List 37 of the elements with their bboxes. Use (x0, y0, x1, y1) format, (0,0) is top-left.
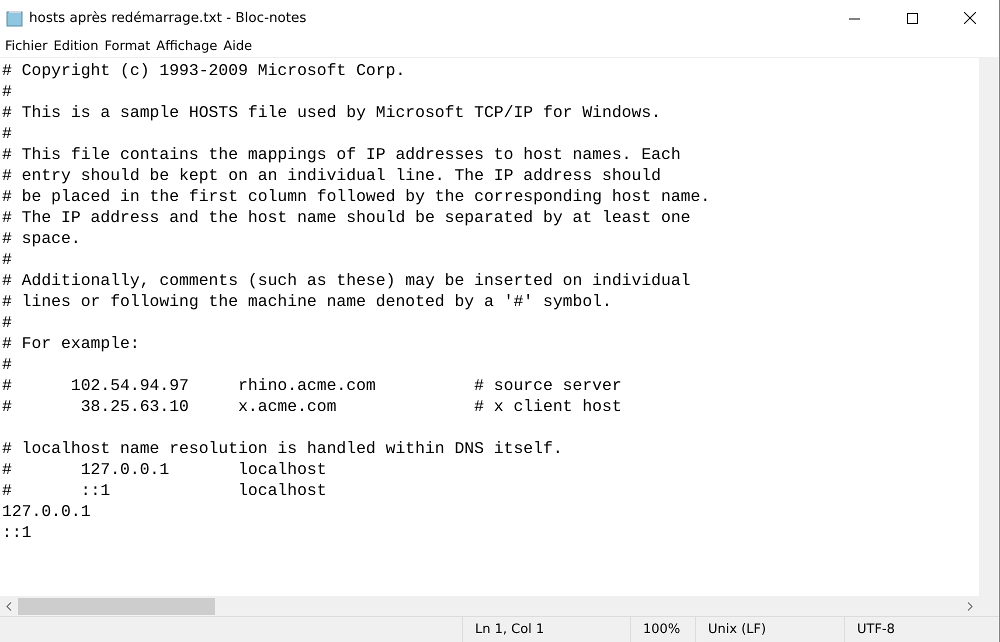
text-line: # (2, 81, 13, 102)
text-line: # entry should be kept on an individual line. The IP address should (2, 165, 662, 186)
menu-item[interactable]: Aide (220, 36, 256, 58)
text-line: # lines or following the machine name denoted by a '#' symbol. (2, 291, 613, 312)
encoding: UTF-8 (844, 617, 999, 642)
menu-item[interactable]: Affichage (153, 36, 220, 58)
text-line: 127.0.0.1 (2, 501, 92, 522)
menu-item[interactable]: Fichier (2, 36, 50, 58)
text-line: # (2, 312, 13, 333)
menu-item[interactable]: Edition (50, 36, 102, 58)
text-line: # 127.0.0.1 localhost (2, 459, 328, 480)
text-line: # (2, 354, 13, 375)
text-line: # be placed in the first column followed by the corresponding host name. (2, 186, 712, 207)
text-line: # localhost name resolution is handled within DNS itself. (2, 438, 564, 459)
scrollbar-thumb[interactable] (18, 598, 215, 614)
text-line: # For example: (2, 333, 141, 354)
text-line: # (2, 249, 13, 270)
text-line: # The IP address and the host name should be separated by at least one (2, 207, 692, 228)
maximize-icon (906, 12, 918, 24)
notepad-icon (6, 10, 23, 26)
text-line: # 38.25.63.10 x.acme.com # x client host (2, 396, 623, 417)
zoom-level: 100% (630, 617, 695, 642)
line-ending: Unix (LF) (695, 617, 844, 642)
text-line: # Additionally, comments (such as these) may be inserted on individual (2, 270, 692, 291)
menu-item[interactable]: Format (101, 36, 154, 58)
text-line: # (2, 123, 13, 144)
text-line: # This is a sample HOSTS file used by Microsoft TCP/IP for Windows. (2, 102, 662, 123)
text-line: # space. (2, 228, 82, 249)
text-line: ::1 (2, 522, 33, 543)
text-line: # 102.54.94.97 rhino.acme.com # source server (2, 375, 623, 396)
close-icon (964, 12, 976, 24)
text-line: # This file contains the mappings of IP addresses to host names. Each (2, 144, 682, 165)
text-line: # ::1 localhost (2, 480, 328, 501)
window-title: hosts après redémarrage.txt - Bloc-notes (29, 10, 308, 26)
vertical-scrollbar[interactable] (979, 58, 999, 596)
text-line: # Copyright (c) 1993-2009 Microsoft Corp. (2, 60, 406, 81)
cursor-position: Ln 1, Col 1 (462, 617, 630, 642)
